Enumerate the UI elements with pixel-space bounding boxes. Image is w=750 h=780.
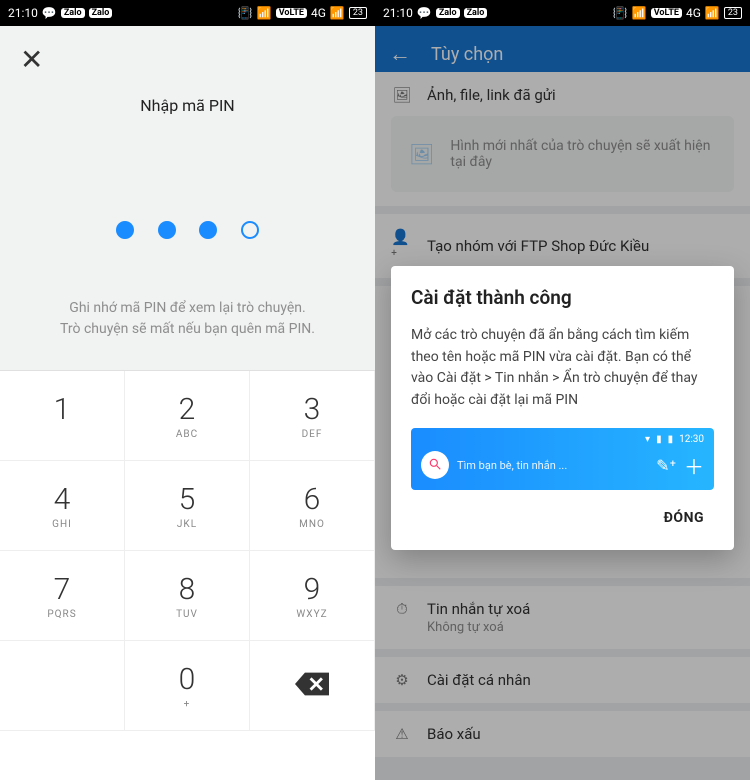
app-badge-1: Zalo — [436, 8, 460, 18]
pin-dot-3 — [199, 221, 217, 239]
pin-hint: Ghi nhớ mã PIN để xem lại trò chuyện. Tr… — [0, 298, 375, 370]
key-7[interactable]: 7PQRS — [0, 551, 125, 641]
pin-dots — [0, 176, 375, 298]
pin-dot-1 — [116, 221, 134, 239]
status-time: 21:10 — [383, 6, 413, 20]
app-badge-2: Zalo — [89, 8, 113, 18]
pin-dot-4 — [241, 221, 259, 239]
options-body: ← Tùy chọn 🖼 Ảnh, file, link đã gửi 🖼 Hì… — [375, 26, 750, 780]
success-dialog: Cài đặt thành công Mở các trò chuyện đã … — [391, 266, 734, 550]
wifi-icon: 📶 — [257, 6, 272, 20]
battery-mini-icon: ▮ — [668, 434, 674, 445]
backspace-key[interactable] — [250, 641, 375, 731]
pin-title: Nhập mã PIN — [0, 26, 375, 115]
key-2[interactable]: 2ABC — [125, 371, 250, 461]
dialog-body: Mở các trò chuyện đã ẩn bằng cách tìm ki… — [411, 325, 714, 412]
volte-badge: VoLTE — [651, 8, 682, 18]
battery-icon: 23 — [724, 7, 742, 19]
close-button[interactable]: ĐÓNG — [654, 502, 714, 534]
dialog-title: Cài đặt thành công — [411, 286, 714, 309]
keypad: 1 2ABC 3DEF 4GHI 5JKL 6MNO 7PQRS 8TUV 9W… — [0, 370, 375, 731]
wifi-mini-icon: ▾ — [645, 434, 650, 445]
pin-hint-line1: Ghi nhớ mã PIN để xem lại trò chuyện. — [20, 298, 355, 319]
network-label: 4G — [686, 6, 701, 20]
chat-icon: 💬 — [42, 6, 57, 20]
vibrate-icon: 📳 — [238, 6, 253, 20]
signal-mini-icon: ▮ — [656, 434, 662, 445]
wifi-icon: 📶 — [632, 6, 647, 20]
backspace-icon — [295, 672, 329, 700]
chat-icon: 💬 — [417, 6, 432, 20]
key-1[interactable]: 1 — [0, 371, 125, 461]
status-time: 21:10 — [8, 6, 38, 20]
search-circle — [421, 451, 449, 479]
pin-entry-screen: 21:10 💬 Zalo Zalo 📳 📶 VoLTE 4G 📶 23 ✕ Nh… — [0, 0, 375, 780]
battery-icon: 23 — [349, 7, 367, 19]
app-badge-2: Zalo — [464, 8, 488, 18]
preview-placeholder: Tìm bạn bè, tin nhắn ... — [457, 459, 648, 472]
key-3[interactable]: 3DEF — [250, 371, 375, 461]
search-preview: ▾ ▮ ▮ 12:30 Tìm bạn bè, tin nhắn ... ✎⁺ … — [411, 428, 714, 490]
pin-hint-line2: Trò chuyện sẽ mất nếu bạn quên mã PIN. — [20, 319, 355, 340]
search-icon — [428, 456, 442, 475]
network-label: 4G — [311, 6, 326, 20]
signal-icon: 📶 — [330, 6, 345, 20]
preview-time: 12:30 — [679, 434, 704, 445]
key-0[interactable]: 0+ — [125, 641, 250, 731]
key-blank — [0, 641, 125, 731]
pin-dot-2 — [158, 221, 176, 239]
compose-icon: ✎⁺ — [656, 456, 676, 475]
key-8[interactable]: 8TUV — [125, 551, 250, 641]
key-5[interactable]: 5JKL — [125, 461, 250, 551]
plus-icon: ＋ — [684, 451, 704, 480]
key-9[interactable]: 9WXYZ — [250, 551, 375, 641]
signal-icon: 📶 — [705, 6, 720, 20]
volte-badge: VoLTE — [276, 8, 307, 18]
close-icon[interactable]: ✕ — [20, 46, 43, 74]
pin-header: ✕ Nhập mã PIN — [0, 26, 375, 176]
status-bar: 21:10 💬 Zalo Zalo 📳 📶 VoLTE 4G 📶 23 — [375, 0, 750, 26]
options-screen: 21:10 💬 Zalo Zalo 📳 📶 VoLTE 4G 📶 23 ← Tù… — [375, 0, 750, 780]
vibrate-icon: 📳 — [613, 6, 628, 20]
app-badge-1: Zalo — [61, 8, 85, 18]
status-bar: 21:10 💬 Zalo Zalo 📳 📶 VoLTE 4G 📶 23 — [0, 0, 375, 26]
key-4[interactable]: 4GHI — [0, 461, 125, 551]
key-6[interactable]: 6MNO — [250, 461, 375, 551]
